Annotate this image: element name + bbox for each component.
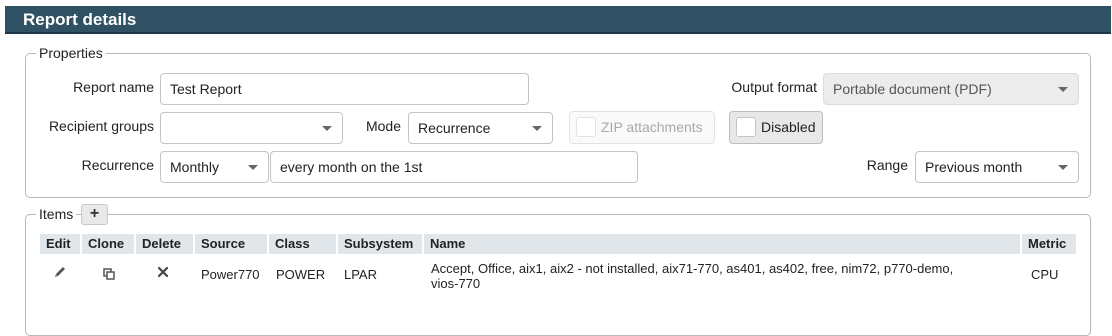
chevron-down-icon [322,126,332,131]
pencil-icon[interactable] [52,264,68,280]
column-header-clone[interactable]: Clone [82,234,134,254]
class-cell: POWER [276,267,326,282]
checkbox-icon [576,117,596,137]
output-format-select[interactable]: Portable document (PDF) [823,73,1079,105]
column-header-edit[interactable]: Edit [40,234,80,254]
range-select[interactable]: Previous month [915,151,1079,183]
chevron-down-icon [248,165,258,170]
column-header-metric[interactable]: Metric [1022,234,1076,254]
properties-legend: Properties [39,45,103,61]
add-item-button[interactable]: + [81,204,108,225]
source-cell: Power770 [201,267,260,282]
report-name-value: Test Report [170,81,242,97]
page-title: Report details [5,6,1111,34]
disabled-toggle[interactable]: Disabled [729,111,823,144]
recurrence-value: Monthly [170,159,220,175]
disabled-label: Disabled [761,119,816,135]
subsystem-cell: LPAR [344,267,377,282]
chevron-down-icon [1058,165,1068,170]
column-header-class[interactable]: Class [269,234,336,254]
range-label: Range [866,157,908,173]
recurrence-text-input[interactable]: every month on the 1st [270,151,638,183]
report-name-label: Report name [73,79,154,95]
recurrence-text-value: every month on the 1st [280,159,423,175]
chevron-down-icon [1058,87,1068,92]
output-format-value: Portable document (PDF) [833,81,992,97]
recipient-groups-label: Recipient groups [48,118,154,134]
metric-cell: CPU [1031,267,1059,282]
column-header-delete[interactable]: Delete [136,234,193,254]
mode-label: Mode [365,118,401,134]
recurrence-label: Recurrence [81,157,154,173]
name-cell-line2: vios-770 [431,276,481,291]
report-name-input[interactable]: Test Report [160,73,529,105]
mode-value: Recurrence [418,120,491,136]
checkbox-icon [736,117,756,137]
items-legend: Items [39,206,74,222]
mode-select[interactable]: Recurrence [408,112,553,144]
zip-attachments-toggle[interactable]: ZIP attachments [569,111,715,144]
name-cell-line1: Accept, Office, aix1, aix2 - not install… [431,261,954,276]
column-header-source[interactable]: Source [195,234,267,254]
range-value: Previous month [925,159,1023,175]
output-format-label: Output format [731,79,817,95]
chevron-down-icon [532,126,542,131]
zip-attachments-label: ZIP attachments [601,119,703,135]
recipient-groups-select[interactable] [160,112,343,144]
close-icon[interactable] [156,265,170,279]
column-header-subsystem[interactable]: Subsystem [338,234,422,254]
recurrence-select[interactable]: Monthly [160,151,269,183]
clone-icon[interactable] [101,266,117,282]
column-header-name[interactable]: Name [424,234,1020,254]
